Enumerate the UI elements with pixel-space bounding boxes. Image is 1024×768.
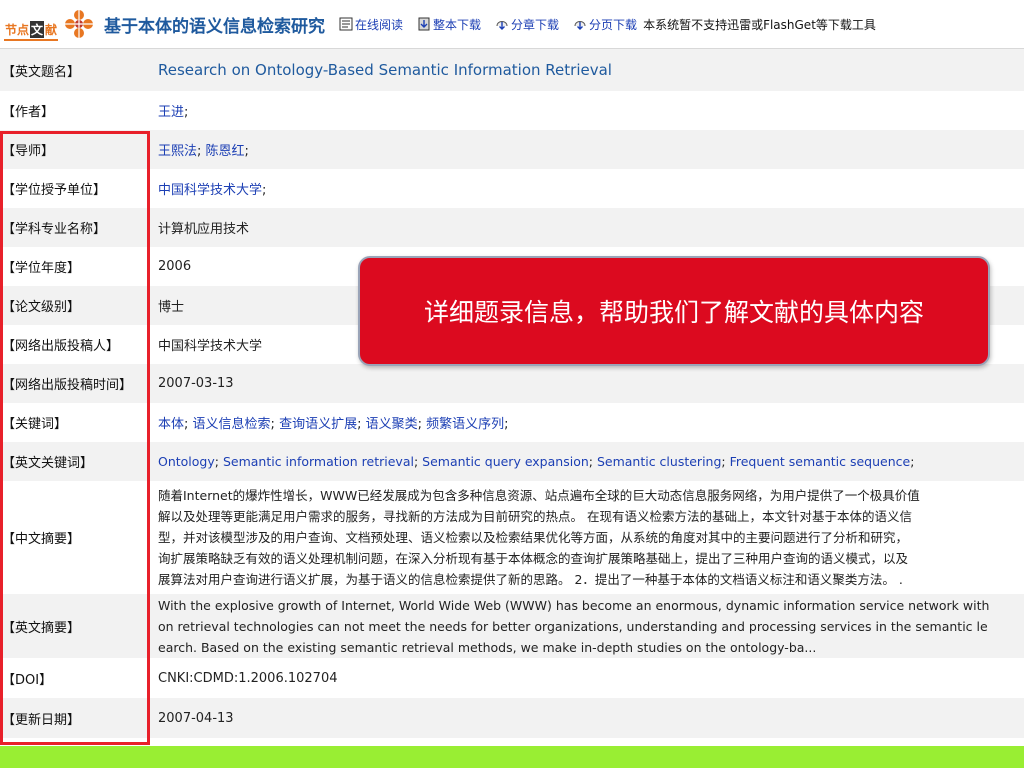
read-online-label: 在线阅读 xyxy=(355,17,404,32)
logo-flower-icon xyxy=(65,10,93,38)
row-keywords: 【关键词】 本体; 语义信息检索; 查询语义扩展; 语义聚类; 频繁语义序列; xyxy=(0,403,1024,442)
download-notice: 本系统暂不支持迅雷或FlashGet等下载工具 xyxy=(643,17,876,32)
field-label: 【导师】 xyxy=(2,144,55,159)
abstract-line: 展算法对用户查询进行语义扩展，为基于语义的信息检索提供了新的思路。 2．提出了一… xyxy=(158,572,903,587)
download-chapter-icon xyxy=(496,21,508,30)
field-label: 【作者】 xyxy=(2,105,55,120)
field-label: 【更新日期】 xyxy=(2,712,81,728)
row-chinese-abstract: 【中文摘要】 随着Internet的爆炸性增长，WWW已经发展成为包含多种信息资… xyxy=(0,481,1024,594)
major-value: 计算机应用技术 xyxy=(158,222,250,237)
advisor-link[interactable]: 陈恩红 xyxy=(206,144,245,159)
row-update-date: 【更新日期】 2007-04-13 xyxy=(0,698,1024,738)
keyword-link[interactable]: 语义聚类 xyxy=(366,417,418,432)
read-online-button[interactable]: 在线阅读 xyxy=(339,16,403,33)
english-keyword-link[interactable]: Semantic query expansion xyxy=(422,454,589,469)
field-label: 【网络出版投稿人】 xyxy=(2,339,120,354)
english-keywords-value: Ontology; Semantic information retrieval… xyxy=(158,454,915,469)
row-submit-time: 【网络出版投稿时间】 2007-03-13 xyxy=(0,364,1024,403)
field-label: 【网络出版投稿时间】 xyxy=(2,378,133,393)
doi-value: CNKI:CDMD:1.2006.102704 xyxy=(158,670,338,686)
toolbar: 节点文献 基于本体的语义信息检索研究 在线阅读 整本下载 分章下载 分页下载 本… xyxy=(0,0,1024,49)
author-value: 王进; xyxy=(158,105,189,120)
field-label: 【DOI】 xyxy=(2,672,53,688)
keyword-link[interactable]: 频繁语义序列 xyxy=(426,417,504,432)
record-table: 【英文题名】 Research on Ontology-Based Semant… xyxy=(0,49,1024,738)
abstract-line: on retrieval technologies can not meet t… xyxy=(158,618,988,634)
keywords-value: 本体; 语义信息检索; 查询语义扩展; 语义聚类; 频繁语义序列; xyxy=(158,417,509,432)
chinese-abstract-value: 随着Internet的爆炸性增长，WWW已经发展成为包含多种信息资源、站点遍布全… xyxy=(158,485,1024,590)
download-page-button[interactable]: 分页下载 xyxy=(573,16,637,33)
download-chapter-label: 分章下载 xyxy=(511,17,560,32)
institution-link[interactable]: 中国科学技术大学 xyxy=(158,183,262,198)
logo-text: 节点文献 xyxy=(4,19,59,41)
institution-value: 中国科学技术大学; xyxy=(158,183,267,198)
download-page-label: 分页下载 xyxy=(589,17,638,32)
keyword-link[interactable]: 本体 xyxy=(158,417,184,432)
english-title-value: Research on Ontology-Based Semantic Info… xyxy=(158,61,612,79)
row-english-keywords: 【英文关键词】 Ontology; Semantic information r… xyxy=(0,442,1024,481)
field-label: 【学位年度】 xyxy=(2,261,81,276)
english-keyword-link[interactable]: Semantic clustering xyxy=(597,454,721,469)
callout-text: 详细题录信息，帮助我们了解文献的具体内容 xyxy=(423,298,924,327)
english-abstract-value: With the explosive growth of Internet, W… xyxy=(158,595,1024,658)
abstract-line: 型，并对该模型涉及的用户查询、文档预处理、语义检索以及检索结果优化等方面，从系统… xyxy=(158,530,909,545)
field-label: 【论文级别】 xyxy=(2,300,81,315)
abstract-line: With the explosive growth of Internet, W… xyxy=(158,597,990,613)
keyword-link[interactable]: 语义信息检索 xyxy=(193,417,271,432)
abstract-line: earch. Based on the existing semantic re… xyxy=(158,639,817,655)
document-title: 基于本体的语义信息检索研究 xyxy=(104,16,325,37)
field-label: 【英文题名】 xyxy=(2,64,81,80)
row-major: 【学科专业名称】 计算机应用技术 xyxy=(0,208,1024,247)
row-author: 【作者】 王进; xyxy=(0,91,1024,130)
update-date-value: 2007-04-13 xyxy=(158,710,234,726)
download-page-icon xyxy=(574,21,586,30)
row-doi: 【DOI】 CNKI:CDMD:1.2006.102704 xyxy=(0,658,1024,698)
english-keyword-link[interactable]: Ontology xyxy=(158,454,215,469)
field-label: 【中文摘要】 xyxy=(2,532,81,547)
logo-text-3: 献 xyxy=(45,22,58,37)
field-label: 【英文关键词】 xyxy=(2,456,94,471)
field-label: 【学科专业名称】 xyxy=(2,222,107,237)
row-institution: 【学位授予单位】 中国科学技术大学; xyxy=(0,169,1024,208)
download-whole-button[interactable]: 整本下载 xyxy=(417,16,481,33)
field-label: 【关键词】 xyxy=(2,417,68,432)
row-english-abstract: 【英文摘要】 With the explosive growth of Inte… xyxy=(0,594,1024,658)
advisor-link[interactable]: 王熙法 xyxy=(158,144,197,159)
bottom-strip xyxy=(0,746,1024,768)
book-icon xyxy=(339,17,353,31)
field-label: 【学位授予单位】 xyxy=(2,183,107,198)
english-keyword-link[interactable]: Frequent semantic sequence xyxy=(730,454,911,469)
field-label: 【英文摘要】 xyxy=(2,620,81,636)
keyword-link[interactable]: 查询语义扩展 xyxy=(279,417,357,432)
submit-time-value: 2007-03-13 xyxy=(158,376,234,391)
logo-text-2: 文 xyxy=(30,20,45,38)
row-advisor: 【导师】 王熙法; 陈恩红; xyxy=(0,130,1024,169)
abstract-line: 询扩展策略缺乏有效的语义处理机制问题，在深入分析现有基于本体概念的查询扩展策略基… xyxy=(158,551,909,566)
author-link[interactable]: 王进 xyxy=(158,105,184,120)
download-whole-label: 整本下载 xyxy=(433,17,482,32)
abstract-line: 随着Internet的爆炸性增长，WWW已经发展成为包含多种信息资源、站点遍布全… xyxy=(158,488,920,503)
annotation-callout: 详细题录信息，帮助我们了解文献的具体内容 xyxy=(358,256,990,366)
english-keyword-link[interactable]: Semantic information retrieval xyxy=(223,454,414,469)
download-chapter-button[interactable]: 分章下载 xyxy=(495,16,559,33)
abstract-line: 解以及处理等更能满足用户需求的服务，寻找新的方法成为目前研究的热点。 在现有语义… xyxy=(158,509,912,524)
row-english-title: 【英文题名】 Research on Ontology-Based Semant… xyxy=(0,49,1024,91)
site-logo[interactable]: 节点文献 xyxy=(0,0,100,48)
advisor-value: 王熙法; 陈恩红; xyxy=(158,144,249,159)
logo-text-1: 节点 xyxy=(5,22,30,37)
download-book-icon xyxy=(418,17,430,31)
